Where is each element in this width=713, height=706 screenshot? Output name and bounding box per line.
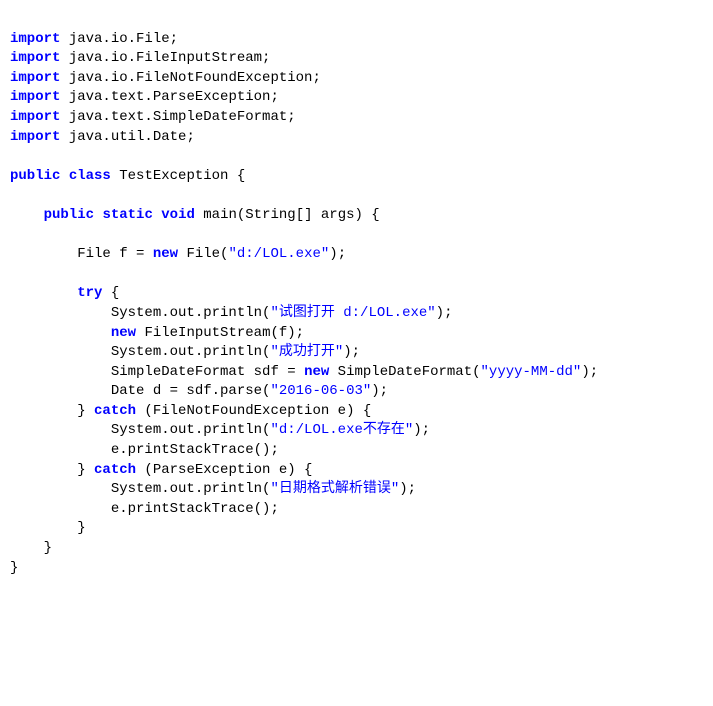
code-token	[10, 207, 44, 223]
code-token	[153, 207, 161, 223]
code-token: );	[371, 383, 388, 399]
code-token: java.text.SimpleDateFormat;	[60, 109, 295, 125]
code-token: import	[10, 89, 60, 105]
code-token: File f =	[10, 246, 153, 262]
code-token: System.out.println(	[10, 481, 270, 497]
code-token: import	[10, 129, 60, 145]
code-token: }	[10, 520, 86, 536]
code-token: java.io.FileInputStream;	[60, 50, 270, 66]
code-token: java.text.ParseException;	[60, 89, 278, 105]
code-token: static	[102, 207, 152, 223]
code-token: "yyyy-MM-dd"	[481, 364, 582, 380]
code-token: new	[111, 325, 136, 341]
code-token: try	[77, 285, 102, 301]
code-token: "日期格式解析错误"	[270, 481, 399, 497]
code-token: java.io.File;	[60, 31, 178, 47]
code-token: );	[343, 344, 360, 360]
code-token: SimpleDateFormat sdf =	[10, 364, 304, 380]
code-token: SimpleDateFormat(	[329, 364, 480, 380]
code-token: );	[399, 481, 416, 497]
code-token: catch	[94, 403, 136, 419]
code-token: class	[69, 168, 111, 184]
code-token: import	[10, 50, 60, 66]
code-token: System.out.println(	[10, 344, 270, 360]
code-token: "成功打开"	[270, 344, 343, 360]
code-token: Date d = sdf.parse(	[10, 383, 270, 399]
code-token: (FileNotFoundException e) {	[136, 403, 371, 419]
code-token: File(	[178, 246, 228, 262]
code-token: }	[10, 462, 94, 478]
code-token: "试图打开 d:/LOL.exe"	[270, 305, 435, 321]
code-token: new	[304, 364, 329, 380]
code-token: import	[10, 70, 60, 86]
code-token: TestException {	[111, 168, 245, 184]
code-token: );	[413, 422, 430, 438]
code-token	[10, 285, 77, 301]
code-token: main(String[] args) {	[195, 207, 380, 223]
code-token: {	[102, 285, 119, 301]
code-token	[10, 325, 111, 341]
code-token: void	[161, 207, 195, 223]
code-token: }	[10, 403, 94, 419]
code-token: );	[329, 246, 346, 262]
code-token: (ParseException e) {	[136, 462, 312, 478]
code-token: public	[10, 168, 60, 184]
code-token: new	[153, 246, 178, 262]
code-token: System.out.println(	[10, 305, 270, 321]
code-token: );	[581, 364, 598, 380]
code-token: System.out.println(	[10, 422, 270, 438]
code-token: import	[10, 31, 60, 47]
code-token: e.printStackTrace();	[10, 501, 279, 517]
code-token: FileInputStream(f);	[136, 325, 304, 341]
code-token: e.printStackTrace();	[10, 442, 279, 458]
code-block: import java.io.File; import java.io.File…	[10, 30, 703, 579]
code-token: );	[436, 305, 453, 321]
code-token: public	[44, 207, 94, 223]
code-token: java.util.Date;	[60, 129, 194, 145]
code-token: "d:/LOL.exe不存在"	[270, 422, 413, 438]
code-token: "d:/LOL.exe"	[228, 246, 329, 262]
code-token: "2016-06-03"	[270, 383, 371, 399]
code-token	[60, 168, 68, 184]
code-token: import	[10, 109, 60, 125]
code-token: }	[10, 560, 18, 576]
code-token: catch	[94, 462, 136, 478]
code-token: java.io.FileNotFoundException;	[60, 70, 320, 86]
